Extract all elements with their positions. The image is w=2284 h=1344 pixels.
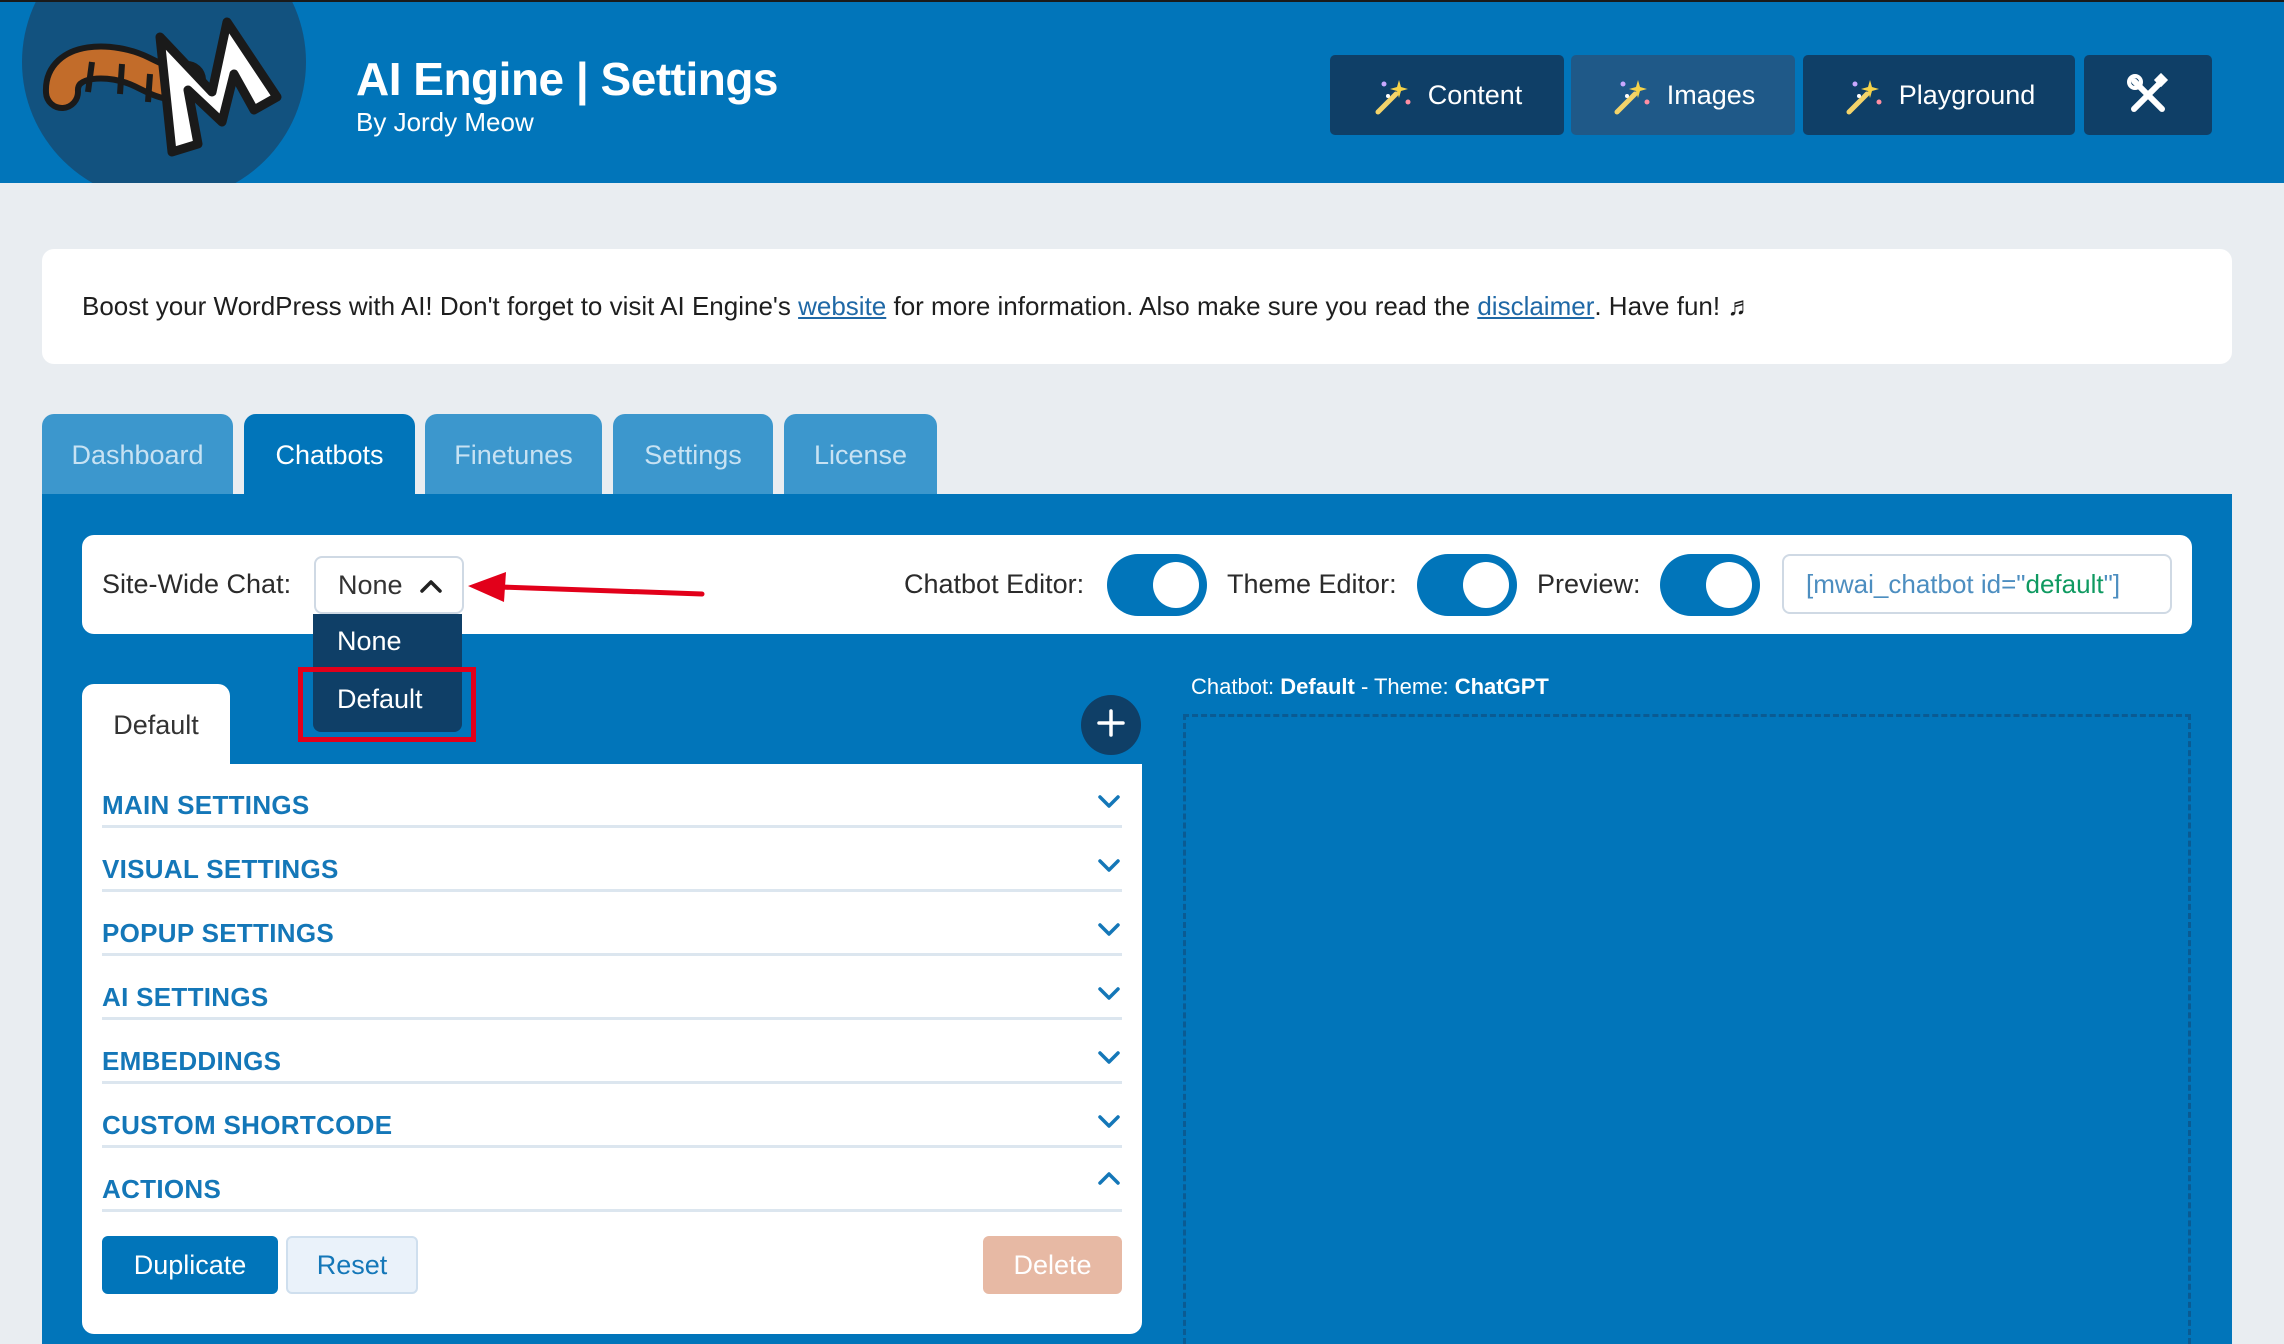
chevron-down-icon <box>1096 1048 1122 1071</box>
tab-dashboard[interactable]: Dashboard <box>42 414 233 496</box>
site-wide-chat-select[interactable]: None <box>314 556 464 614</box>
website-link[interactable]: website <box>798 291 886 322</box>
shortcode-id: default <box>2025 568 2104 599</box>
site-wide-chat-label: Site-Wide Chat: <box>102 569 292 599</box>
disclaimer-link[interactable]: disclaimer <box>1477 291 1594 322</box>
notice-text-after: . Have fun! ♬ <box>1594 291 1754 321</box>
chatbot-tab-default[interactable]: Default <box>82 684 230 766</box>
section-title: ACTIONS <box>102 1174 222 1204</box>
welcome-notice: Boost your WordPress with AI! Don't forg… <box>42 249 2232 364</box>
preview-header: Chatbot: Default - Theme: ChatGPT <box>1191 674 1549 700</box>
annotation-arrow-icon <box>468 572 705 602</box>
section-popup-settings[interactable]: POPUP SETTINGS <box>102 892 1122 956</box>
magic-wand-icon <box>1372 74 1414 116</box>
section-title: VISUAL SETTINGS <box>102 854 339 884</box>
theme-editor-label: Theme Editor: <box>1227 569 1397 599</box>
notice-text-before: Boost your WordPress with AI! Don't forg… <box>82 291 799 321</box>
tools-icon <box>2126 73 2170 117</box>
delete-button[interactable]: Delete <box>983 1236 1122 1294</box>
chevron-up-icon <box>1096 1170 1122 1193</box>
chevron-down-icon <box>1096 1112 1122 1135</box>
shortcode-prefix: [mwai_chatbot id=" <box>1806 568 2026 599</box>
tab-chatbots[interactable]: Chatbots <box>244 414 415 496</box>
preview-toggle[interactable] <box>1660 554 1760 616</box>
chevron-down-icon <box>1096 792 1122 815</box>
top-header: AI Engine | Settings By Jordy Meow Conte… <box>0 0 2284 183</box>
preview-chatbot-name: Default <box>1280 674 1355 699</box>
tab-finetunes[interactable]: Finetunes <box>425 414 602 496</box>
section-title: MAIN SETTINGS <box>102 790 310 820</box>
shortcode-suffix: "] <box>2103 568 2121 599</box>
magic-wand-icon <box>1843 74 1885 116</box>
site-wide-chat-value: None <box>338 569 403 600</box>
chevron-down-icon <box>1096 856 1122 879</box>
section-embeddings[interactable]: EMBEDDINGS <box>102 1020 1122 1084</box>
section-ai-settings[interactable]: AI SETTINGS <box>102 956 1122 1020</box>
plus-icon <box>1096 708 1126 743</box>
content-button[interactable]: Content <box>1330 55 1564 135</box>
chevron-down-icon <box>1096 920 1122 943</box>
playground-button-label: Playground <box>1898 79 2036 110</box>
section-custom-shortcode[interactable]: CUSTOM SHORTCODE <box>102 1084 1122 1148</box>
notice-text-middle: for more information. Also make sure you… <box>886 291 1478 321</box>
section-actions[interactable]: ACTIONS <box>102 1148 1122 1212</box>
section-main-settings[interactable]: MAIN SETTINGS <box>102 764 1122 828</box>
chatbot-editor-toggle[interactable] <box>1107 554 1207 616</box>
preview-theme-label: - Theme: <box>1354 674 1455 699</box>
app-subtitle: By Jordy Meow <box>356 107 534 137</box>
images-button[interactable]: Images <box>1571 55 1795 135</box>
app-title: AI Engine | Settings <box>356 53 779 105</box>
preview-theme-name: ChatGPT <box>1454 674 1549 699</box>
section-visual-settings[interactable]: VISUAL SETTINGS <box>102 828 1122 892</box>
highlight-box <box>298 667 476 742</box>
tools-button[interactable] <box>2084 55 2212 135</box>
ai-engine-logo <box>22 2 306 183</box>
section-title: AI SETTINGS <box>102 982 269 1012</box>
add-chatbot-button[interactable] <box>1081 695 1141 755</box>
chevron-up-icon <box>419 570 443 601</box>
preview-label: Preview: <box>1537 569 1641 599</box>
chatbot-editor-label: Chatbot Editor: <box>904 569 1085 599</box>
duplicate-button[interactable]: Duplicate <box>102 1236 278 1294</box>
theme-editor-toggle[interactable] <box>1417 554 1517 616</box>
playground-button[interactable]: Playground <box>1803 55 2075 135</box>
chatbot-settings-body: MAIN SETTINGS VISUAL SETTINGS POPUP SETT… <box>82 764 1142 1334</box>
section-title: POPUP SETTINGS <box>102 918 334 948</box>
chevron-down-icon <box>1096 984 1122 1007</box>
section-title: EMBEDDINGS <box>102 1046 282 1076</box>
magic-wand-icon <box>1611 74 1653 116</box>
shortcode-field[interactable]: [mwai_chatbot id=" default "] <box>1782 554 2172 614</box>
preview-chatbot-label: Chatbot: <box>1191 674 1281 699</box>
chatbot-preview-area <box>1183 714 2191 1344</box>
section-title: CUSTOM SHORTCODE <box>102 1110 393 1140</box>
content-button-label: Content <box>1427 79 1523 110</box>
tab-license[interactable]: License <box>784 414 937 496</box>
tab-settings[interactable]: Settings <box>613 414 773 496</box>
dropdown-option-none[interactable]: None <box>337 626 402 657</box>
reset-button[interactable]: Reset <box>286 1236 418 1294</box>
images-button-label: Images <box>1666 79 1756 110</box>
